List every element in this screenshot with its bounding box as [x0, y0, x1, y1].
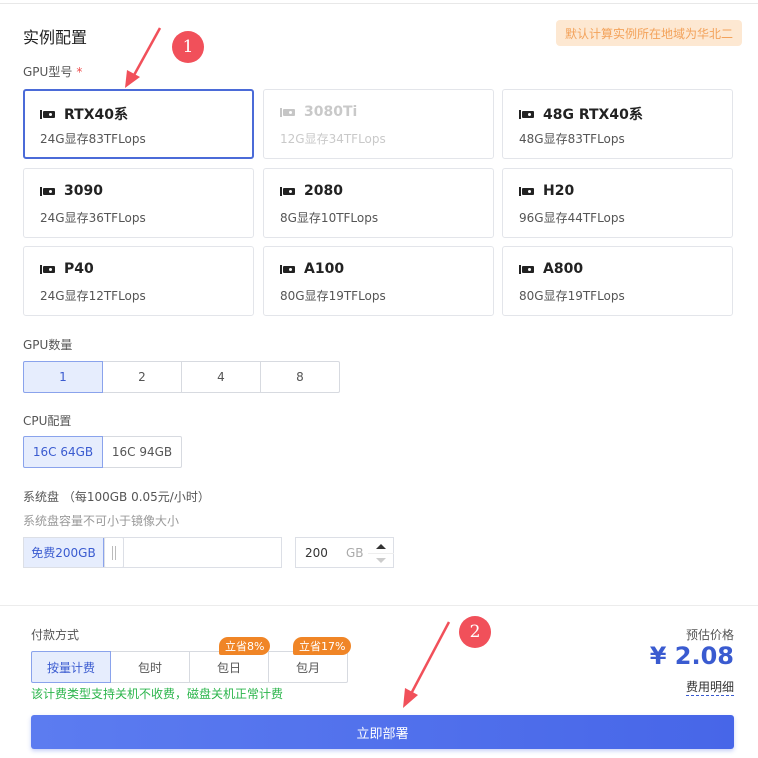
arrow-2: [410, 621, 451, 693]
arrow-1: [131, 27, 162, 78]
callout-1: 1: [172, 31, 204, 63]
payment-option[interactable]: 按量计费: [31, 651, 111, 683]
annotation-arrows: [125, 27, 451, 708]
arrow-2-head: [403, 688, 418, 708]
callout-2: 2: [459, 616, 491, 648]
gpu-count-option[interactable]: 1: [23, 361, 103, 393]
cpu-config-option[interactable]: 16C 64GB: [23, 436, 103, 468]
arrow-1-head: [125, 70, 140, 88]
